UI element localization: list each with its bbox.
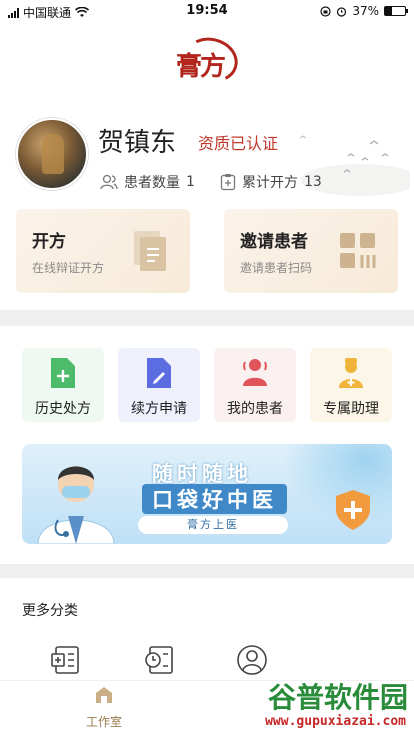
banner-tagline: 膏方上医 xyxy=(138,516,288,534)
logo-text: 膏方 xyxy=(176,52,226,82)
prescriptions-count[interactable]: 累计开方 13 xyxy=(220,172,322,192)
banner-line2: 口袋好中医 xyxy=(142,484,287,514)
invite-title: 邀请患者 xyxy=(240,232,308,252)
status-bar: 中国联通 19:54 37% xyxy=(0,0,414,22)
doctor-name: 贺镇东 xyxy=(98,128,177,158)
app-logo: 膏方 xyxy=(174,31,243,89)
medical-shield-icon xyxy=(336,490,370,530)
history-prescription-label: 历史处方 xyxy=(35,401,91,417)
renew-prescription-button[interactable]: 续方申请 xyxy=(118,348,200,422)
prescriptions-value: 13 xyxy=(304,174,322,190)
watermark-main: 谷普软件园 xyxy=(267,681,408,714)
tab-workroom[interactable]: 工作室 xyxy=(72,685,136,730)
prescribe-card[interactable]: 开方 在线辩证开方 xyxy=(16,209,190,293)
prescribe-title: 开方 xyxy=(32,232,66,252)
assistant-button[interactable]: 专属助理 xyxy=(310,348,392,422)
assistant-icon xyxy=(339,358,363,388)
patients-icon xyxy=(100,174,118,190)
invite-subtitle: 邀请患者扫码 xyxy=(240,261,313,275)
more-categories-title: 更多分类 xyxy=(22,603,78,619)
status-bar-right: 37% xyxy=(320,4,408,18)
history-prescription-button[interactable]: 历史处方 xyxy=(22,348,104,422)
qr-code-icon xyxy=(340,233,376,268)
my-patients-label: 我的患者 xyxy=(227,401,283,417)
prescription-list-icon[interactable] xyxy=(50,644,82,676)
my-patients-icon xyxy=(243,359,267,386)
patients-value: 1 xyxy=(186,174,195,190)
battery-percent: 37% xyxy=(352,4,379,18)
prescriptions-label: 累计开方 xyxy=(242,175,298,191)
battery-icon xyxy=(384,6,408,16)
patients-label: 患者数量 xyxy=(124,175,180,191)
doctor-illustration xyxy=(37,466,115,544)
history-prescription-icon xyxy=(51,358,75,388)
document-icon xyxy=(134,231,166,271)
patients-count[interactable]: 患者数量 1 xyxy=(100,172,195,192)
promo-banner[interactable]: 随时随地 口袋好中医 膏方上医 xyxy=(22,444,392,544)
quick-actions-section: 历史处方 续方申请 我的患者 专属助理 随时随地 口袋好中医 膏方上医 xyxy=(0,326,414,564)
invite-patient-card[interactable]: 邀请患者 邀请患者扫码 xyxy=(224,209,398,293)
watermark-url: www.gupuxiazai.com xyxy=(265,714,406,729)
renew-prescription-label: 续方申请 xyxy=(131,401,187,417)
lock-rotation-icon xyxy=(320,5,331,17)
avatar[interactable] xyxy=(16,118,88,190)
assistant-label: 专属助理 xyxy=(323,401,379,417)
site-watermark: 谷普软件园 www.gupuxiazai.com xyxy=(228,672,410,734)
profile-header: 膏方 贺镇东 资质已认证 患者数量 1 累计开方 13 开方 在线辩证开方 邀请… xyxy=(0,22,414,310)
renew-prescription-icon xyxy=(147,358,171,388)
alarm-icon xyxy=(337,6,347,17)
clock-record-icon[interactable] xyxy=(144,644,176,676)
prescribe-subtitle: 在线辩证开方 xyxy=(32,261,105,275)
clipboard-plus-icon xyxy=(220,174,236,191)
tab-workroom-label: 工作室 xyxy=(85,715,122,729)
home-icon xyxy=(96,687,112,703)
my-patients-button[interactable]: 我的患者 xyxy=(214,348,296,422)
certification-badge: 资质已认证 xyxy=(198,134,279,153)
